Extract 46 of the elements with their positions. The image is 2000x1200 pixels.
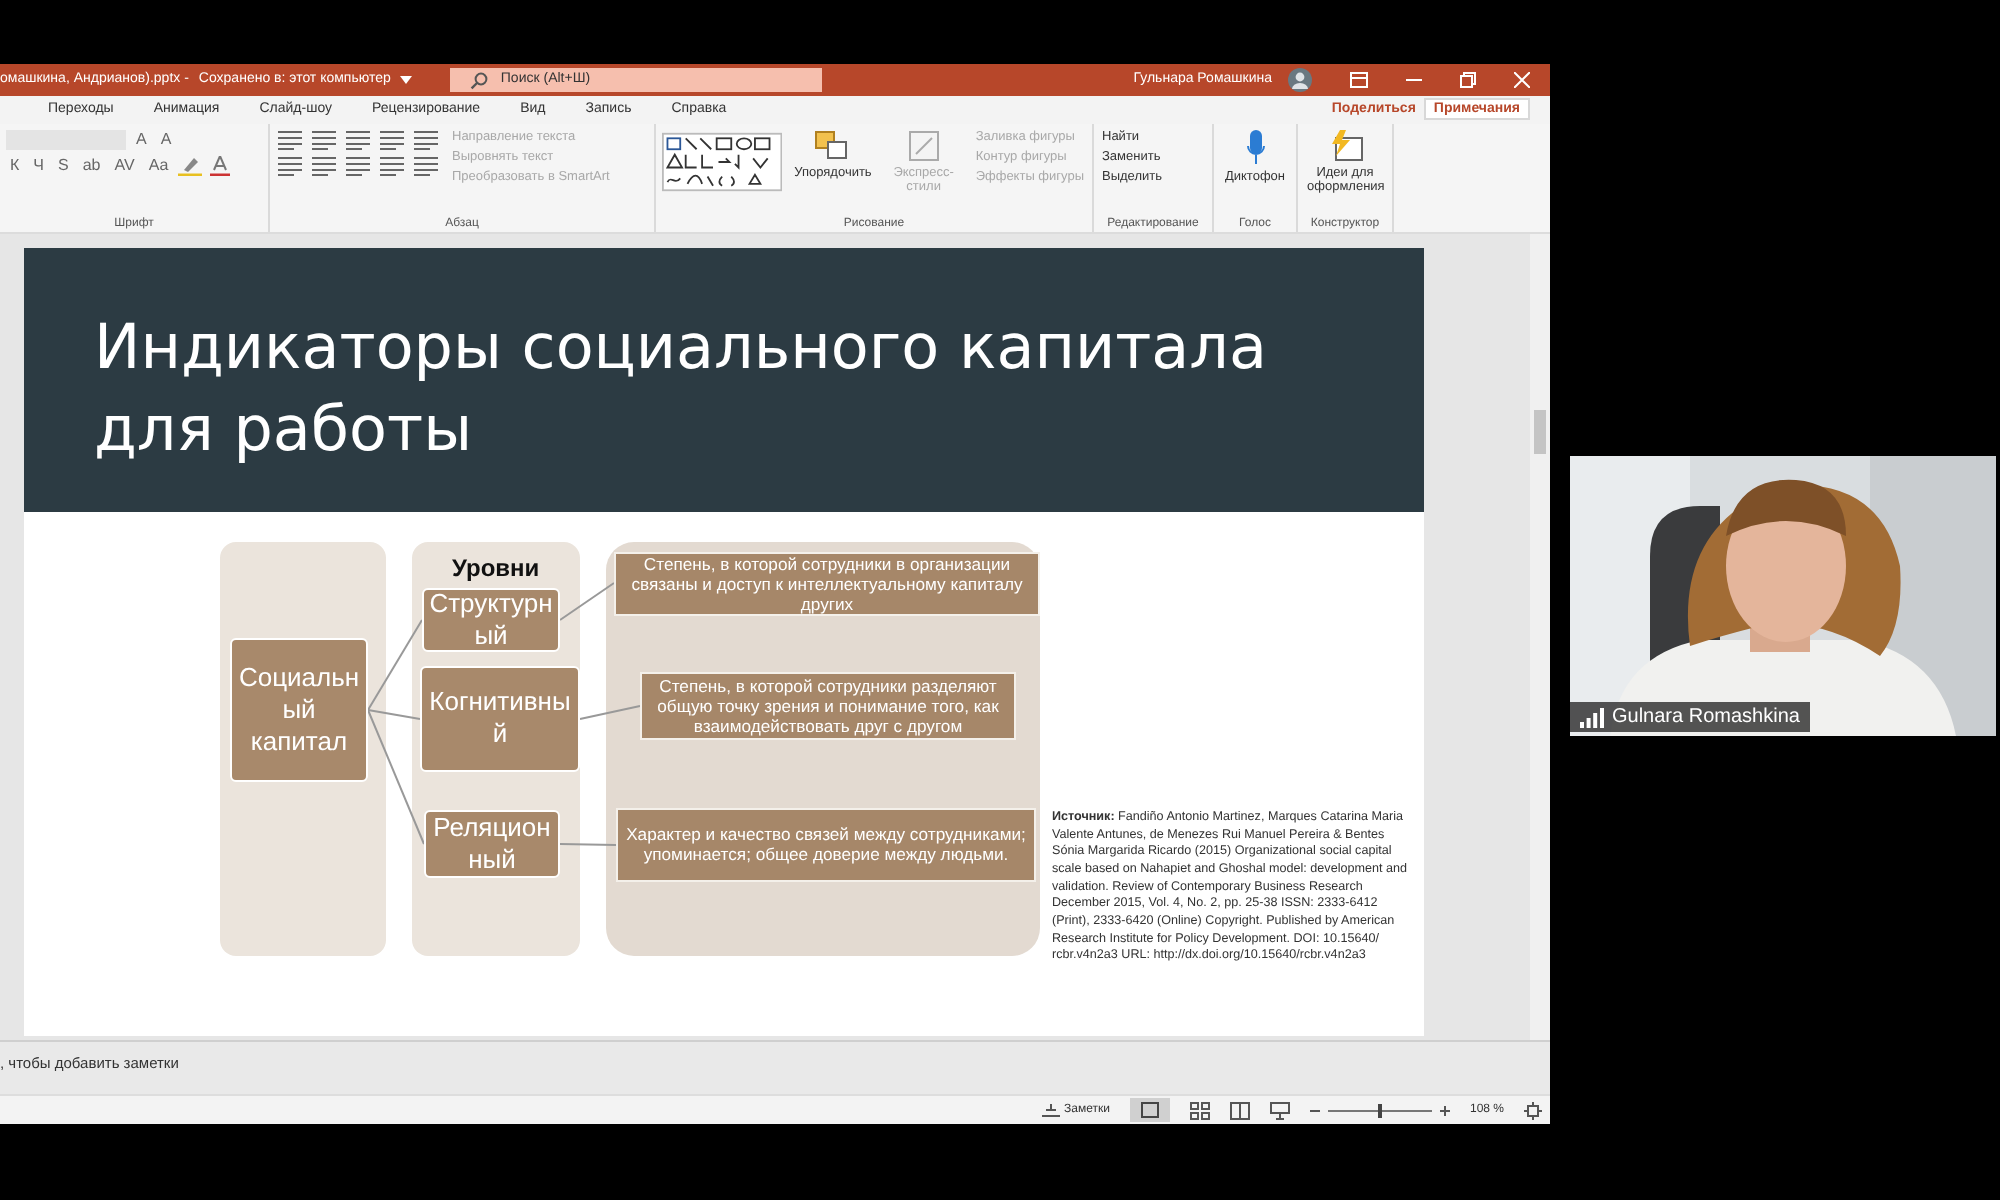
zoom-thumb[interactable] bbox=[1377, 1103, 1382, 1117]
lightning-icon bbox=[1327, 129, 1363, 162]
arrange-icon bbox=[814, 129, 851, 162]
diagram-node: Структурный bbox=[422, 587, 560, 652]
shapes-gallery-drawing[interactable] bbox=[662, 129, 783, 194]
font-size-button[interactable]: A bbox=[156, 130, 176, 149]
signal-icon bbox=[1580, 707, 1604, 727]
quick-styles-icon bbox=[907, 129, 940, 162]
slide-title: Индикаторы социального капитала для работы bbox=[94, 309, 1269, 470]
scroll-thumb[interactable] bbox=[1534, 409, 1546, 454]
reading-view-icon[interactable] bbox=[1229, 1101, 1250, 1119]
format-button[interactable]: Ч bbox=[29, 156, 49, 175]
description-box: Степень, в которой сотрудники в организации связаны и доступ к интеллектуальному капиталу других bbox=[614, 551, 1040, 616]
column-header: Уровни bbox=[452, 553, 540, 582]
participant-name: Gulnara Romashkina bbox=[1612, 706, 1800, 728]
font-size-button[interactable]: A bbox=[132, 130, 151, 149]
diagram-node: Когнитивный bbox=[420, 665, 580, 772]
format-button[interactable]: Аа bbox=[144, 156, 173, 175]
normal-view-icon[interactable] bbox=[1129, 1098, 1170, 1122]
format-button[interactable]: AV bbox=[110, 156, 139, 175]
description-box: Характер и качество связей между сотрудниками; упоминается; общее доверие между людьми. bbox=[616, 807, 1036, 882]
minimize-icon[interactable] bbox=[1406, 77, 1422, 82]
search-icon bbox=[470, 71, 489, 90]
fit-slide-icon[interactable] bbox=[1524, 1101, 1542, 1119]
connector-line bbox=[559, 842, 617, 846]
avatar-icon[interactable] bbox=[1288, 67, 1312, 92]
format-button[interactable]: К bbox=[6, 156, 24, 175]
description-box: Степень, в которой сотрудники разделяют общую точку зрения и понимание того, как взаимодействовать друг с другом bbox=[640, 671, 1016, 740]
restore-icon[interactable] bbox=[1460, 71, 1476, 88]
connector-line bbox=[579, 704, 641, 720]
diagram-node: Социальный капитал bbox=[230, 637, 368, 782]
zoom-in-button[interactable] bbox=[1439, 1105, 1450, 1115]
ribbon-display-icon[interactable] bbox=[1350, 71, 1368, 88]
slideshow-icon[interactable] bbox=[1269, 1101, 1290, 1119]
scrollbar[interactable] bbox=[1530, 233, 1550, 1041]
connector-line bbox=[559, 581, 615, 621]
caret-icon bbox=[400, 75, 413, 84]
close-icon[interactable] bbox=[1514, 71, 1530, 88]
microphone-icon bbox=[1245, 129, 1265, 166]
notes-icon bbox=[1042, 1103, 1061, 1117]
highlight-icon[interactable] bbox=[178, 155, 203, 176]
format-button[interactable]: аb bbox=[78, 156, 105, 175]
slide-sorter-icon[interactable] bbox=[1189, 1101, 1210, 1119]
font-color-icon[interactable] bbox=[208, 155, 233, 176]
diagram-node: Реляционный bbox=[424, 809, 560, 878]
format-button[interactable]: S bbox=[54, 156, 73, 175]
